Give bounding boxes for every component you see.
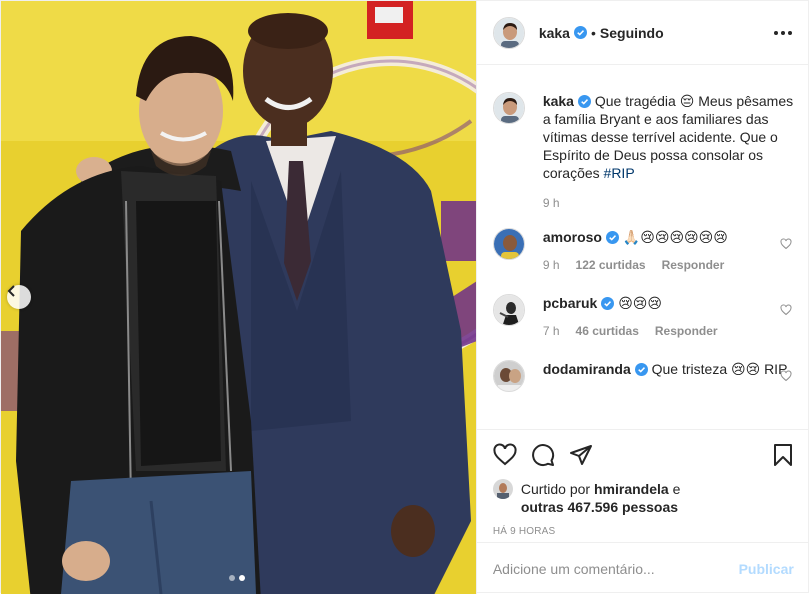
caption-text: kaka Que tragédia 😔 Meus pêsames a famíl… [543,92,794,182]
liker-avatar[interactable] [492,479,513,499]
caption-time[interactable]: 9 h [543,196,560,210]
comment-text: 😢😢😢 [618,295,662,311]
separator-bullet: • [590,24,596,41]
previous-image-button[interactable] [7,285,31,309]
liked-by-prefix: Curtido por [520,481,591,497]
reply-button[interactable]: Responder [655,324,718,338]
verified-badge-icon [573,26,587,39]
comment-meta: 7 h 46 curtidas Responder [543,324,794,338]
avatar-image [493,93,524,123]
post-side-panel: kaka • Seguindo kaka Que tragédia 😔 Meus… [475,1,809,594]
verified-badge-icon [634,363,648,376]
instagram-post: kaka • Seguindo kaka Que tragédia 😔 Meus… [0,0,809,594]
chevron-left-icon [7,285,15,297]
author-username[interactable]: kaka [539,25,570,41]
following-button[interactable]: Seguindo [600,25,664,41]
comment-icon[interactable] [531,443,555,467]
caption-meta: 9 h [543,196,794,210]
verified-badge-icon [605,231,619,244]
commenter-avatar[interactable] [492,294,525,326]
likes-count-link[interactable]: outras 467.596 pessoas [521,499,678,515]
comment-input[interactable] [492,560,739,577]
avatar-image [493,361,524,391]
comment-time[interactable]: 7 h [543,324,560,338]
more-options-button[interactable] [774,30,792,35]
more-dot-icon [781,30,785,35]
verified-badge-icon [577,95,591,108]
verified-badge-icon [601,297,615,310]
bookmark-icon[interactable] [772,443,794,467]
comment-item: dodamiranda Que tristeza 😢😢 RIP [492,360,794,392]
avatar-image [492,479,513,499]
comment-time[interactable]: 9 h [543,258,560,272]
likes-summary: Curtido por hmirandela e outras 467.596 … [492,479,794,516]
comment-text: 🙏🏻😢😢😢😢😢😢 [622,229,728,245]
post-photo[interactable] [1,1,476,594]
photo-illustration [1,1,476,594]
more-dot-icon [788,30,792,35]
share-icon[interactable] [569,443,593,467]
post-actions: Curtido por hmirandela e outras 467.596 … [476,429,809,537]
like-comment-heart-icon[interactable] [780,304,792,316]
commenter-avatar[interactable] [492,228,525,260]
avatar-image [493,17,524,48]
like-comment-heart-icon[interactable] [780,370,792,382]
comment-username[interactable]: pcbaruk [543,295,597,311]
like-comment-heart-icon[interactable] [780,238,792,250]
author-avatar[interactable] [492,16,525,49]
caption-username[interactable]: kaka [543,93,574,109]
avatar-image [493,229,524,259]
comment-text: Que tristeza 😢😢 RIP [651,361,788,377]
publish-button[interactable]: Publicar [739,561,794,577]
comment-username[interactable]: amoroso [543,229,602,245]
post-timestamp[interactable]: HÁ 9 HORAS [493,526,794,537]
avatar-image [493,295,524,325]
comment-item: amoroso 🙏🏻😢😢😢😢😢😢 9 h 122 curtidas Respon… [492,228,794,272]
comment-username[interactable]: dodamiranda [543,361,631,377]
comment-meta: 9 h 122 curtidas Responder [543,258,794,272]
liked-by-connector: e [672,481,681,497]
caption: kaka Que tragédia 😔 Meus pêsames a famíl… [492,92,794,210]
carousel-indicator [229,575,245,581]
carousel-dot [229,575,235,581]
like-heart-icon[interactable] [493,443,517,467]
liker-username[interactable]: hmirandela [594,481,669,497]
carousel-dot-active [239,575,245,581]
comment-likes[interactable]: 46 curtidas [576,324,639,338]
hashtag-link[interactable]: #RIP [604,165,635,181]
more-dot-icon [774,30,778,35]
action-icons [493,430,794,480]
reply-button[interactable]: Responder [662,258,725,272]
comment-likes[interactable]: 122 curtidas [576,258,646,272]
commenter-avatar[interactable] [492,360,525,392]
post-header: kaka • Seguindo [476,1,808,65]
add-comment-bar: Publicar [476,542,809,594]
caption-avatar[interactable] [492,92,525,124]
comments-list[interactable]: kaka Que tragédia 😔 Meus pêsames a famíl… [477,66,809,428]
comment-item: pcbaruk 😢😢😢 7 h 46 curtidas Responder [492,294,794,338]
